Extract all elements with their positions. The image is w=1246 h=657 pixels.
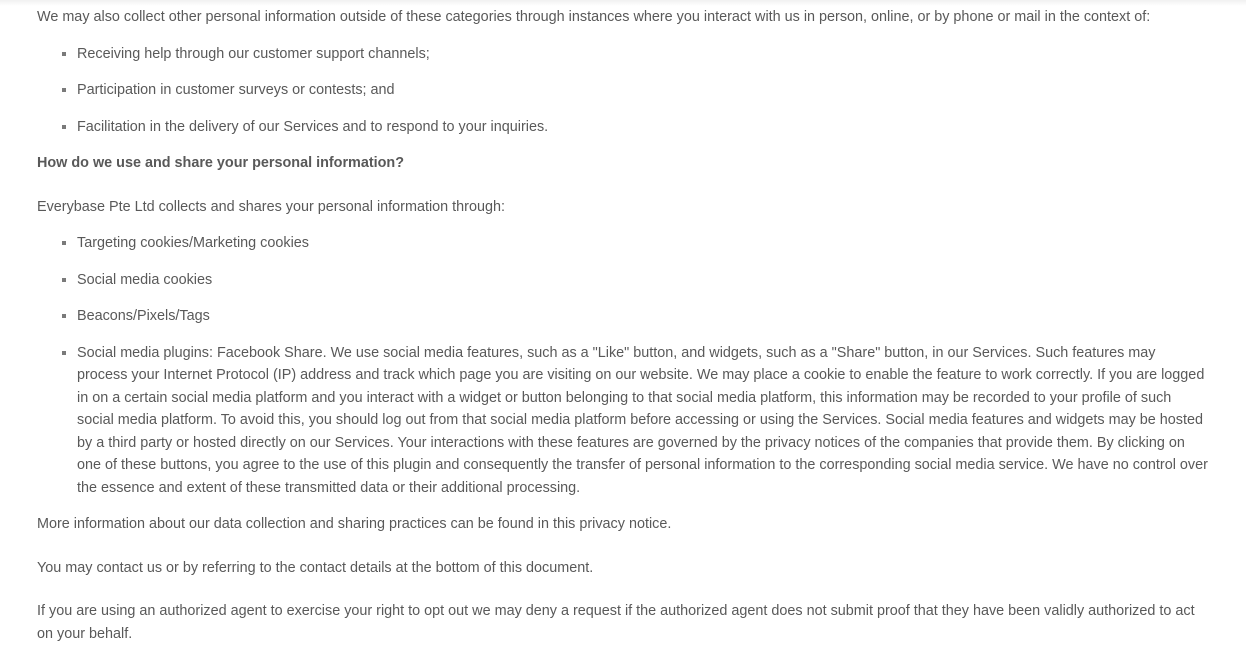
contact-paragraph: You may contact us or by referring to th… xyxy=(37,559,594,576)
list-item: Facilitation in the delivery of our Serv… xyxy=(37,116,1209,139)
sharing-methods-list: Targeting cookies/Marketing cookies Soci… xyxy=(37,232,1209,499)
collection-context-list: Receiving help through our customer supp… xyxy=(37,43,1209,139)
list-item: Targeting cookies/Marketing cookies xyxy=(37,232,1209,255)
list-item: Beacons/Pixels/Tags xyxy=(37,305,1209,328)
privacy-notice-content: We may also collect other personal infor… xyxy=(37,6,1209,645)
list-item: Receiving help through our customer supp… xyxy=(37,43,1209,66)
authorized-agent-paragraph: If you are using an authorized agent to … xyxy=(37,603,1195,642)
list-item: Participation in customer surveys or con… xyxy=(37,79,1209,102)
section-heading: How do we use and share your personal in… xyxy=(37,155,405,171)
more-info-paragraph: More information about our data collecti… xyxy=(37,516,672,532)
collects-paragraph: Everybase Pte Ltd collects and shares yo… xyxy=(37,198,505,215)
list-item: Social media cookies xyxy=(37,269,1209,292)
list-item: Social media plugins: Facebook Share. We… xyxy=(37,342,1209,500)
intro-paragraph: We may also collect other personal infor… xyxy=(37,9,1151,25)
